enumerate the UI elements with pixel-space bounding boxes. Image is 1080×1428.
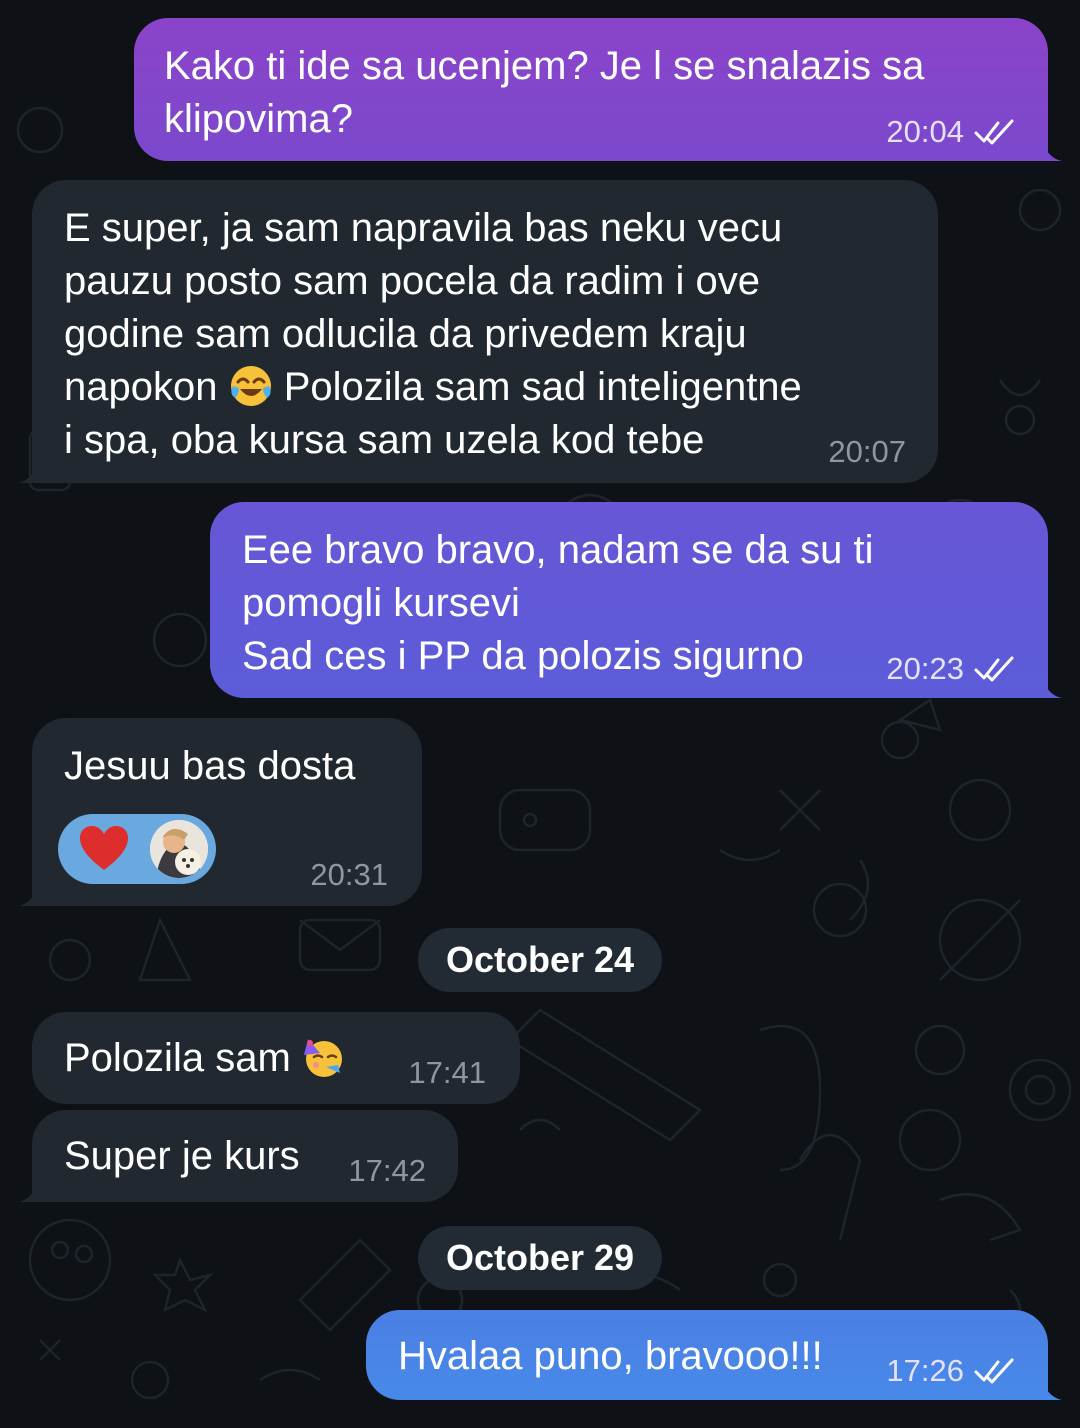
red-heart-icon <box>80 826 128 870</box>
message-text: E super, ja sam napravila bas neku vecu … <box>64 206 802 462</box>
message-incoming[interactable]: Super je kurs 17:42 <box>18 1110 458 1202</box>
bubble-tail <box>18 1178 38 1202</box>
message-meta: 17:26 <box>886 1354 1018 1388</box>
reaction-chip[interactable] <box>58 814 216 884</box>
double-check-icon <box>974 656 1014 682</box>
message-meta: 17:41 <box>408 1056 486 1090</box>
message-outgoing[interactable]: Eee bravo bravo, nadam se da su ti pomog… <box>210 502 1062 698</box>
message-time: 17:41 <box>408 1055 486 1090</box>
message-meta: 20:07 <box>828 435 906 469</box>
message-time: 17:42 <box>348 1153 426 1188</box>
date-separator: October 29 <box>418 1226 662 1290</box>
message-incoming[interactable]: Jesuu bas dosta 20:31 <box>18 718 422 906</box>
double-check-icon <box>974 1358 1014 1384</box>
double-check-icon <box>974 119 1014 145</box>
message-meta: 20:31 <box>310 858 388 892</box>
message-incoming[interactable]: Polozila sam 17:41 <box>32 1012 520 1104</box>
bubble-tail <box>1042 137 1062 161</box>
message-time: 20:31 <box>310 857 388 892</box>
partying-face-icon <box>303 1039 342 1077</box>
message-text: Jesuu bas dosta <box>64 744 356 788</box>
message-time: 20:04 <box>886 114 964 149</box>
bubble-tail <box>18 459 38 483</box>
message-time: 20:23 <box>886 651 964 686</box>
message-outgoing[interactable]: Kako ti ide sa ucenjem? Je l se snalazis… <box>134 18 1062 161</box>
message-meta: 17:42 <box>348 1154 426 1188</box>
bubble-tail <box>18 882 38 906</box>
message-meta: 20:04 <box>886 115 1018 149</box>
face-with-tears-of-joy-icon <box>230 366 271 406</box>
message-time: 17:26 <box>886 1353 964 1388</box>
message-outgoing[interactable]: Hvalaa puno, bravooo!!! 17:26 <box>366 1310 1062 1400</box>
bubble-tail <box>1042 674 1062 698</box>
avatar <box>150 820 208 878</box>
message-meta: 20:23 <box>886 652 1018 686</box>
bubble-tail <box>1042 1376 1062 1400</box>
message-incoming[interactable]: E super, ja sam napravila bas neku vecu … <box>18 180 938 483</box>
message-time: 20:07 <box>828 434 906 469</box>
date-separator: October 24 <box>418 928 662 992</box>
